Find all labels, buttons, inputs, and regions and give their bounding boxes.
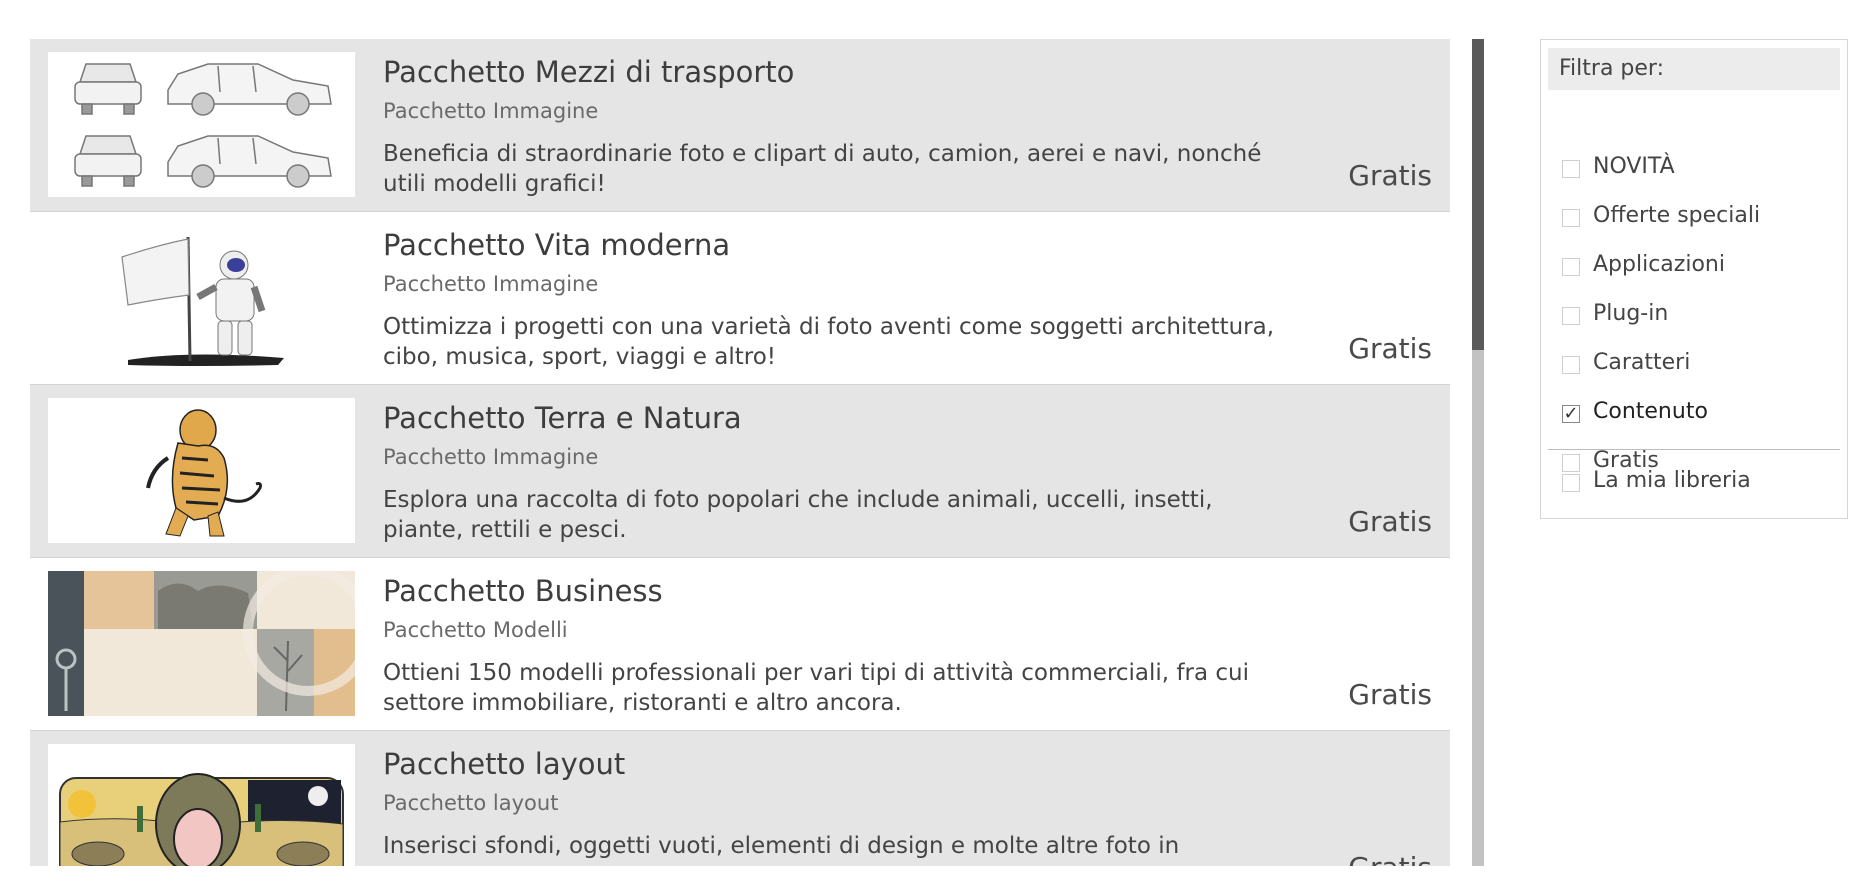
filter-label[interactable]: Contenuto bbox=[1593, 399, 1708, 424]
filter-divider bbox=[1548, 449, 1840, 450]
tiger-thumbnail bbox=[48, 398, 355, 543]
list-item[interactable]: Pacchetto Business Pacchetto Modelli Ott… bbox=[30, 558, 1450, 731]
filter-option-applicazioni[interactable]: Applicazioni bbox=[1541, 249, 1841, 283]
product-description: Ottimizza i progetti con una varietà di … bbox=[383, 314, 1275, 370]
business-thumbnail bbox=[48, 571, 355, 716]
filter-option-contenuto[interactable]: ✓ Contenuto bbox=[1541, 396, 1841, 430]
business-template-collage-icon bbox=[48, 571, 355, 716]
product-subtitle: Pacchetto Immagine bbox=[383, 99, 599, 123]
product-price[interactable]: Gratis bbox=[1348, 332, 1432, 365]
list-item[interactable]: Pacchetto layout Pacchetto layout Inseri… bbox=[30, 731, 1450, 866]
filter-label[interactable]: La mia libreria bbox=[1593, 468, 1751, 493]
checkbox[interactable] bbox=[1562, 307, 1580, 325]
checkbox[interactable] bbox=[1562, 356, 1580, 374]
product-description: Ottieni 150 modelli professionali per va… bbox=[383, 660, 1250, 716]
product-description: Esplora una raccolta di foto popolari ch… bbox=[383, 487, 1213, 543]
product-price[interactable]: Gratis bbox=[1348, 678, 1432, 711]
product-title[interactable]: Pacchetto Terra e Natura bbox=[383, 401, 742, 435]
checkbox[interactable] bbox=[1562, 209, 1580, 227]
product-title[interactable]: Pacchetto Mezzi di trasporto bbox=[383, 55, 794, 89]
filter-header: Filtra per: bbox=[1548, 48, 1840, 90]
cars-thumbnail bbox=[48, 52, 355, 197]
scrollbar-thumb[interactable] bbox=[1472, 39, 1484, 350]
product-description: Inserisci sfondi, oggetti vuoti, element… bbox=[383, 833, 1180, 859]
cars-illustration-icon bbox=[48, 52, 355, 197]
product-price[interactable]: Gratis bbox=[1348, 505, 1432, 538]
checkbox[interactable] bbox=[1562, 474, 1580, 492]
product-list: Pacchetto Mezzi di trasporto Pacchetto I… bbox=[30, 39, 1450, 866]
checkbox[interactable] bbox=[1562, 160, 1580, 178]
product-subtitle: Pacchetto Modelli bbox=[383, 618, 568, 642]
checkbox[interactable] bbox=[1562, 258, 1580, 276]
astronaut-thumbnail bbox=[48, 225, 355, 370]
filter-option-plug-in[interactable]: Plug-in bbox=[1541, 298, 1841, 332]
list-item[interactable]: Pacchetto Mezzi di trasporto Pacchetto I… bbox=[30, 39, 1450, 212]
astronaut-flag-illustration-icon bbox=[48, 225, 355, 370]
scrollbar[interactable] bbox=[1472, 39, 1484, 866]
filter-option-la-mia-libreria[interactable]: La mia libreria bbox=[1541, 465, 1841, 499]
filter-label[interactable]: Applicazioni bbox=[1593, 252, 1725, 277]
product-subtitle: Pacchetto Immagine bbox=[383, 272, 599, 296]
filter-label[interactable]: NOVITÀ bbox=[1593, 154, 1675, 179]
product-title[interactable]: Pacchetto layout bbox=[383, 747, 625, 781]
filter-option-offerte-speciali[interactable]: Offerte speciali bbox=[1541, 200, 1841, 234]
product-title[interactable]: Pacchetto Business bbox=[383, 574, 663, 608]
filter-label[interactable]: Offerte speciali bbox=[1593, 203, 1760, 228]
product-description: Beneficia di straordinarie foto e clipar… bbox=[383, 141, 1262, 197]
layout-thumbnail bbox=[48, 744, 355, 866]
product-price[interactable]: Gratis bbox=[1348, 159, 1432, 192]
product-price[interactable]: Gratis bbox=[1348, 851, 1432, 866]
list-item[interactable]: Pacchetto Terra e Natura Pacchetto Immag… bbox=[30, 385, 1450, 558]
product-title[interactable]: Pacchetto Vita moderna bbox=[383, 228, 730, 262]
product-subtitle: Pacchetto Immagine bbox=[383, 445, 599, 469]
filter-option-caratteri[interactable]: Caratteri bbox=[1541, 347, 1841, 381]
desert-snake-illustration-icon bbox=[48, 744, 355, 866]
filter-panel: Filtra per: NOVITÀ Offerte speciali Appl… bbox=[1540, 39, 1848, 519]
filter-label[interactable]: Plug-in bbox=[1593, 301, 1668, 326]
list-item[interactable]: Pacchetto Vita moderna Pacchetto Immagin… bbox=[30, 212, 1450, 385]
tiger-illustration-icon bbox=[48, 398, 355, 543]
checkbox-checked[interactable]: ✓ bbox=[1562, 405, 1580, 423]
filter-option-novita[interactable]: NOVITÀ bbox=[1541, 151, 1841, 185]
filter-label[interactable]: Caratteri bbox=[1593, 350, 1690, 375]
product-subtitle: Pacchetto layout bbox=[383, 791, 559, 815]
